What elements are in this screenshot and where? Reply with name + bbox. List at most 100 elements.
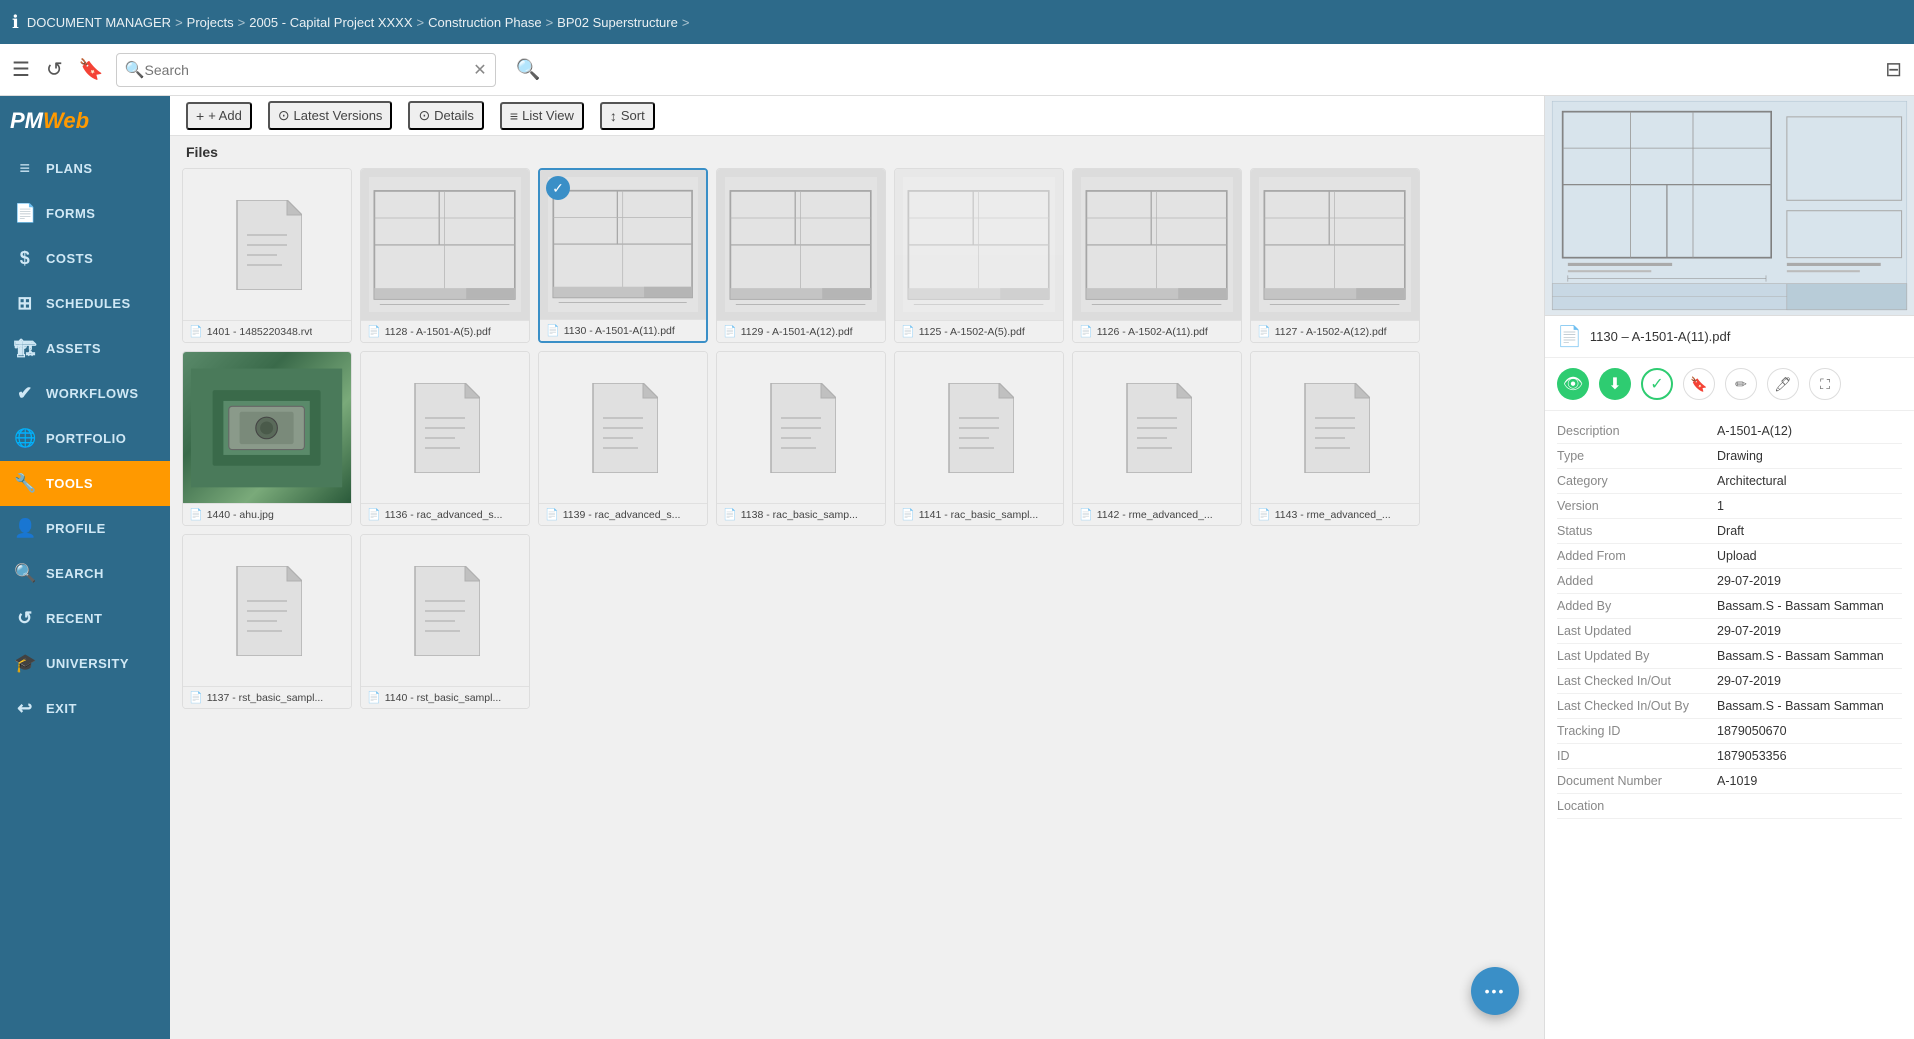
file-name-text: 1142 - rme_advanced_... — [1097, 509, 1213, 521]
file-type-icon: 📄 — [901, 508, 915, 521]
zoom-icon[interactable]: 🔍 — [516, 57, 541, 82]
file-card[interactable]: 📄 1143 - rme_advanced_... — [1250, 351, 1420, 526]
sidebar-item-university[interactable]: 🎓 UNIVERSITY — [0, 641, 170, 686]
sidebar-item-schedules[interactable]: ⊞ SCHEDULES — [0, 281, 170, 326]
sidebar-item-plans[interactable]: ≡ PLANS — [0, 146, 170, 191]
sort-button[interactable]: ↕ Sort — [600, 102, 655, 130]
exit-icon: ↩ — [14, 698, 36, 719]
breadcrumb-item-4[interactable]: Construction Phase — [428, 15, 541, 30]
plans-icon: ≡ — [14, 158, 36, 179]
sidebar-item-search[interactable]: 🔍 SEARCH — [0, 551, 170, 596]
edit-panel-button[interactable]: ✏ — [1725, 368, 1757, 400]
menu-icon[interactable]: ☰ — [12, 57, 30, 82]
file-card[interactable]: 📄 1440 - ahu.jpg — [182, 351, 352, 526]
file-card-name: 📄 1126 - A-1502-A(11).pdf — [1073, 320, 1241, 342]
history-icon[interactable]: ↺ — [46, 57, 63, 82]
file-card-preview — [717, 169, 885, 320]
sidebar-item-tools[interactable]: 🔧 TOOLs — [0, 461, 170, 506]
file-card[interactable]: 📄 1125 - A-1502-A(5).pdf — [894, 168, 1064, 343]
file-card[interactable]: 📄 1137 - rst_basic_sampl... — [182, 534, 352, 709]
schedules-icon: ⊞ — [14, 293, 36, 314]
breadcrumb-item-3[interactable]: 2005 - Capital Project XXXX — [249, 15, 412, 30]
meta-value: Architectural — [1717, 474, 1786, 488]
sidebar-item-exit-label: EXIT — [46, 701, 77, 716]
info-icon[interactable]: ℹ — [12, 12, 19, 33]
file-card[interactable]: ✓ 📄 1130 - A-1501-A(11).pdf — [538, 168, 708, 343]
file-card[interactable]: 📄 1129 - A-1501-A(12).pdf — [716, 168, 886, 343]
bookmark-panel-button[interactable]: 🔖 — [1683, 368, 1715, 400]
file-name-text: 1139 - rac_advanced_s... — [563, 509, 681, 521]
file-card[interactable]: 📄 1128 - A-1501-A(5).pdf — [360, 168, 530, 343]
add-icon: + — [196, 108, 204, 124]
sort-icon: ↕ — [610, 108, 617, 124]
search-icon[interactable]: 🔍 — [125, 60, 145, 80]
meta-value: 29-07-2019 — [1717, 574, 1781, 588]
sidebar-item-forms[interactable]: 📄 FORMS — [0, 191, 170, 236]
file-type-icon: 📄 — [189, 325, 203, 338]
download-button[interactable]: ⬇ — [1599, 368, 1631, 400]
meta-row: Added 29-07-2019 — [1557, 569, 1902, 594]
versions-icon: ⊙ — [278, 107, 290, 124]
file-type-icon: 📄 — [545, 508, 559, 521]
file-card-name: 📄 1140 - rst_basic_sampl... — [361, 686, 529, 708]
file-card-name: 📄 1138 - rac_basic_samp... — [717, 503, 885, 525]
file-name-text: 1129 - A-1501-A(12).pdf — [741, 326, 853, 338]
list-view-icon: ≡ — [510, 108, 518, 124]
panel-meta: Description A-1501-A(12) Type Drawing Ca… — [1545, 411, 1914, 827]
latest-versions-label: Latest Versions — [294, 108, 383, 123]
file-name-text: 1401 - 1485220348.rvt — [207, 326, 313, 338]
breadcrumb-item-5[interactable]: BP02 Superstructure — [557, 15, 678, 30]
fab-icon: ••• — [1485, 983, 1506, 999]
view-button[interactable]: 👁 — [1557, 368, 1589, 400]
file-card[interactable]: 📄 1126 - A-1502-A(11).pdf — [1072, 168, 1242, 343]
file-type-icon: 📄 — [546, 324, 560, 337]
clear-search-icon[interactable]: ✕ — [473, 60, 486, 80]
breadcrumb-item-2[interactable]: Projects — [187, 15, 234, 30]
file-card-preview — [1073, 169, 1241, 320]
panel-file-icon: 📄 — [1557, 324, 1582, 349]
sidebar-item-workflows[interactable]: ✔ WORKFLOWS — [0, 371, 170, 416]
annotate-button[interactable]: 🖊 — [1767, 368, 1799, 400]
file-card-name: 📄 1141 - rac_basic_sampl... — [895, 503, 1063, 525]
meta-row: Last Updated By Bassam.S - Bassam Samman — [1557, 644, 1902, 669]
fab-button[interactable]: ••• — [1471, 967, 1519, 1015]
file-card[interactable]: 📄 1141 - rac_basic_sampl... — [894, 351, 1064, 526]
file-card-preview — [895, 169, 1063, 320]
file-card[interactable]: 📄 1136 - rac_advanced_s... — [360, 351, 530, 526]
list-view-button[interactable]: ≡ List View — [500, 102, 584, 130]
costs-icon: $ — [14, 248, 36, 269]
meta-row: Last Checked In/Out By Bassam.S - Bassam… — [1557, 694, 1902, 719]
sidebar-item-exit[interactable]: ↩ EXIT — [0, 686, 170, 731]
settings-icon[interactable]: ⊟ — [1885, 57, 1902, 82]
sidebar-item-costs[interactable]: $ COSTS — [0, 236, 170, 281]
sidebar-nav: ≡ PLANS 📄 FORMS $ COSTS ⊞ SCHEDULES 🏗 AS… — [0, 146, 170, 731]
file-card-preview — [717, 352, 885, 503]
search-input[interactable] — [145, 62, 470, 78]
sidebar-item-portfolio[interactable]: 🌐 PORTFOLIO — [0, 416, 170, 461]
sidebar-item-assets[interactable]: 🏗 ASSETS — [0, 326, 170, 371]
latest-versions-button[interactable]: ⊙ Latest Versions — [268, 101, 393, 130]
file-card[interactable]: 📄 1138 - rac_basic_samp... — [716, 351, 886, 526]
sidebar-item-profile-label: PROFILE — [46, 521, 106, 536]
breadcrumb-item-1[interactable]: DOCUMENT MANAGER — [27, 15, 171, 30]
file-card[interactable]: 📄 1127 - A-1502-A(12).pdf — [1250, 168, 1420, 343]
expand-button[interactable]: ⛶ — [1809, 368, 1841, 400]
profile-icon: 👤 — [14, 518, 36, 539]
list-view-label: List View — [522, 108, 574, 123]
sidebar-item-profile[interactable]: 👤 PROFILE — [0, 506, 170, 551]
details-button[interactable]: ⊙ Details — [408, 101, 483, 130]
bookmark-icon[interactable]: 🔖 — [79, 57, 104, 82]
add-button[interactable]: + + Add — [186, 102, 252, 130]
file-card[interactable]: 📄 1142 - rme_advanced_... — [1072, 351, 1242, 526]
files-section-header: Files — [170, 136, 1544, 164]
file-card-name: 📄 1129 - A-1501-A(12).pdf — [717, 320, 885, 342]
sidebar-item-recent[interactable]: ↺ RECENT — [0, 596, 170, 641]
file-name-text: 1140 - rst_basic_sampl... — [385, 692, 502, 704]
file-card[interactable]: 📄 1401 - 1485220348.rvt — [182, 168, 352, 343]
file-name-text: 1138 - rac_basic_samp... — [741, 509, 858, 521]
check-in-out-button[interactable]: ✓ — [1641, 368, 1673, 400]
search-nav-icon: 🔍 — [14, 563, 36, 584]
file-card[interactable]: 📄 1140 - rst_basic_sampl... — [360, 534, 530, 709]
file-card[interactable]: 📄 1139 - rac_advanced_s... — [538, 351, 708, 526]
selected-badge: ✓ — [546, 176, 570, 200]
